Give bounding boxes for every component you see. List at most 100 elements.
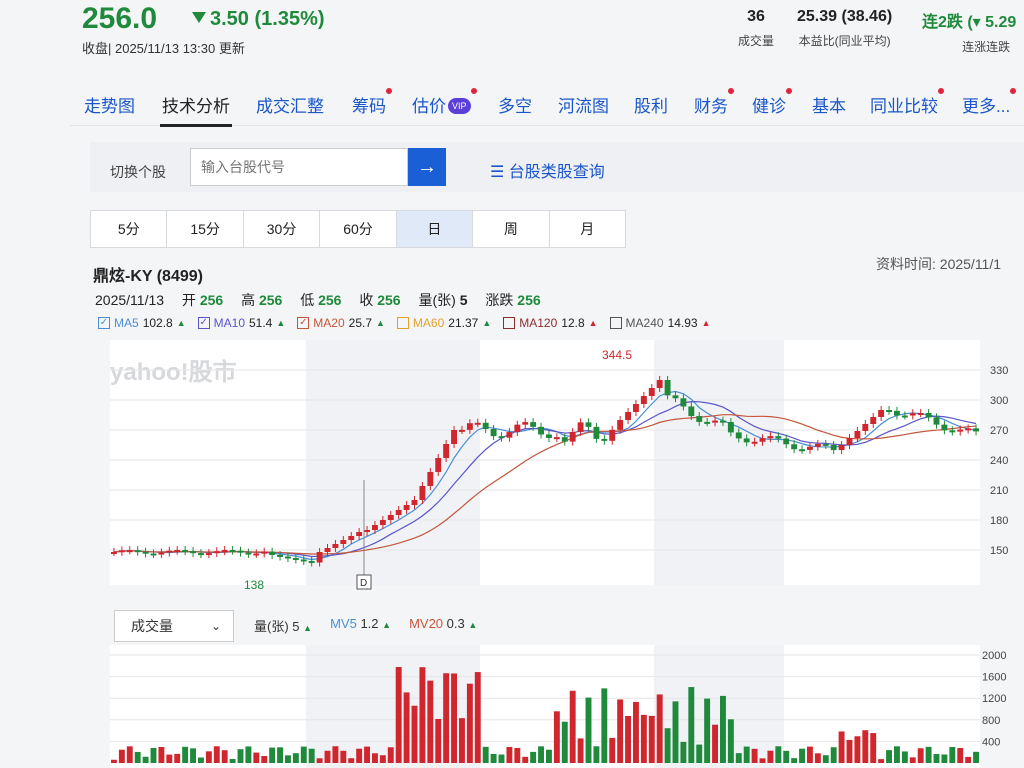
candle-body: [237, 550, 244, 553]
ma60-toggle[interactable]: MA60 21.37 ▲: [396, 316, 491, 330]
ma240-toggle[interactable]: MA240 14.93 ▲: [609, 316, 711, 330]
candle-body: [625, 412, 631, 420]
volume-bar: [316, 758, 323, 763]
tab-valuation[interactable]: 估价 VIP: [412, 88, 477, 117]
checkbox-icon: [503, 317, 516, 329]
period-month[interactable]: 月: [550, 211, 625, 247]
candle-body: [324, 548, 331, 552]
candle-body: [704, 421, 711, 424]
candle-body: [332, 544, 339, 548]
volume-bar: [459, 718, 465, 763]
volume-bar: [688, 687, 695, 763]
volume-bar: [743, 746, 750, 763]
tab-basic[interactable]: 基本: [812, 92, 846, 117]
ma20-toggle[interactable]: ✓ MA20 25.7 ▲: [297, 316, 385, 330]
candle-body: [941, 424, 948, 431]
volume-bar: [838, 731, 845, 763]
candle-body: [150, 553, 157, 556]
candle-body: [569, 431, 576, 442]
candle-body: [451, 430, 457, 444]
stock-name: 鼎炫-KY (8499): [93, 268, 203, 285]
volume-bar: [158, 747, 165, 763]
period-30min[interactable]: 30分: [244, 211, 321, 247]
volume-bar: [245, 746, 252, 763]
candle-body: [664, 380, 671, 396]
category-lookup-link[interactable]: ☰ 台股类股查询: [490, 158, 605, 182]
tab-peer-compare[interactable]: 同业比较: [870, 88, 944, 117]
candle-body: [720, 420, 726, 423]
current-price: 256.0: [82, 2, 158, 35]
volume-bar: [767, 750, 774, 763]
quote-header: 256.0 3.50 (1.35%) 收盘| 2025/11/13 13:30 …: [0, 0, 1024, 70]
volume-bar: [601, 688, 608, 763]
period-60min[interactable]: 60分: [320, 211, 397, 247]
tab-more[interactable]: 更多...: [962, 88, 1017, 117]
volume-bar: [569, 690, 576, 763]
volume-bar: [759, 758, 766, 763]
notification-dot: [470, 88, 477, 94]
y-tick-label: 210: [990, 485, 1008, 497]
volume-bar: [522, 756, 529, 763]
checkbox-icon: ✓: [197, 317, 210, 329]
volume-bar: [704, 698, 711, 763]
candle-body: [672, 395, 679, 399]
stat-pe: 25.39 (38.46) 本益比(同业平均): [797, 8, 893, 48]
volume-bar: [862, 730, 869, 763]
period-week[interactable]: 周: [473, 211, 550, 247]
volume-bar: [261, 755, 268, 763]
volume-chart[interactable]: 2000 1600 1200 800 400: [110, 645, 1024, 768]
tab-dividend[interactable]: 股利: [634, 92, 668, 117]
candle-body: [292, 558, 299, 560]
period-5min[interactable]: 5分: [91, 211, 168, 247]
candle-body: [656, 380, 663, 388]
volume-bar: [822, 755, 829, 763]
ma5-toggle[interactable]: ✓ MA5 102.8 ▲: [98, 316, 186, 330]
period-15min[interactable]: 15分: [167, 211, 244, 247]
stock-code-input[interactable]: [190, 148, 408, 186]
notification-dot: [728, 88, 734, 94]
tab-health[interactable]: 健诊: [752, 88, 792, 117]
tab-chips[interactable]: 筹码: [352, 88, 392, 117]
candle-body: [514, 424, 521, 433]
candle-body: [166, 550, 173, 553]
candle-body: [269, 551, 276, 555]
volume-bar: [909, 757, 916, 763]
volume-bar: [854, 736, 861, 763]
volume-bar: [427, 680, 434, 763]
candle-body: [285, 556, 291, 559]
volume-bar: [735, 753, 742, 763]
tab-finance[interactable]: 财务: [694, 88, 734, 117]
candle-body: [530, 422, 537, 427]
volume-bar: [577, 738, 584, 763]
candle-body: [640, 396, 647, 404]
tab-long-short[interactable]: 多空: [498, 92, 532, 117]
candle-body: [886, 410, 892, 412]
volume-bar: [561, 721, 568, 763]
volume-bar: [712, 724, 718, 763]
low-label: 138: [244, 578, 264, 590]
candle-body: [474, 422, 481, 425]
volume-bar: [870, 733, 877, 763]
candle-body: [253, 553, 260, 556]
candle-body: [609, 429, 616, 441]
tab-trade-summary[interactable]: 成交汇整: [256, 92, 324, 117]
period-day[interactable]: 日: [396, 211, 474, 247]
ma120-toggle[interactable]: MA120 12.8 ▲: [503, 316, 598, 330]
candle-body: [356, 532, 363, 536]
volume-bar: [482, 746, 489, 763]
candle-body: [229, 550, 236, 553]
volume-bar: [372, 753, 378, 763]
candle-body: [767, 436, 774, 439]
indicator-select[interactable]: 成交量 ⌄: [114, 610, 234, 642]
tab-river[interactable]: 河流图: [558, 92, 609, 117]
tab-technical[interactable]: 技术分析: [160, 92, 232, 127]
candle-body: [213, 551, 220, 554]
candle-body: [490, 429, 497, 437]
candle-body: [316, 552, 323, 563]
volume-bar: [205, 751, 212, 763]
search-submit-button[interactable]: →: [408, 148, 446, 186]
candlestick-chart[interactable]: yahoo!股市 330 300 270 240 210 180 150 344.5 138…: [110, 340, 1024, 590]
tab-trend[interactable]: 走势图: [84, 92, 135, 117]
ma10-toggle[interactable]: ✓ MA10 51.4 ▲: [197, 316, 285, 330]
candle-body: [799, 449, 805, 452]
